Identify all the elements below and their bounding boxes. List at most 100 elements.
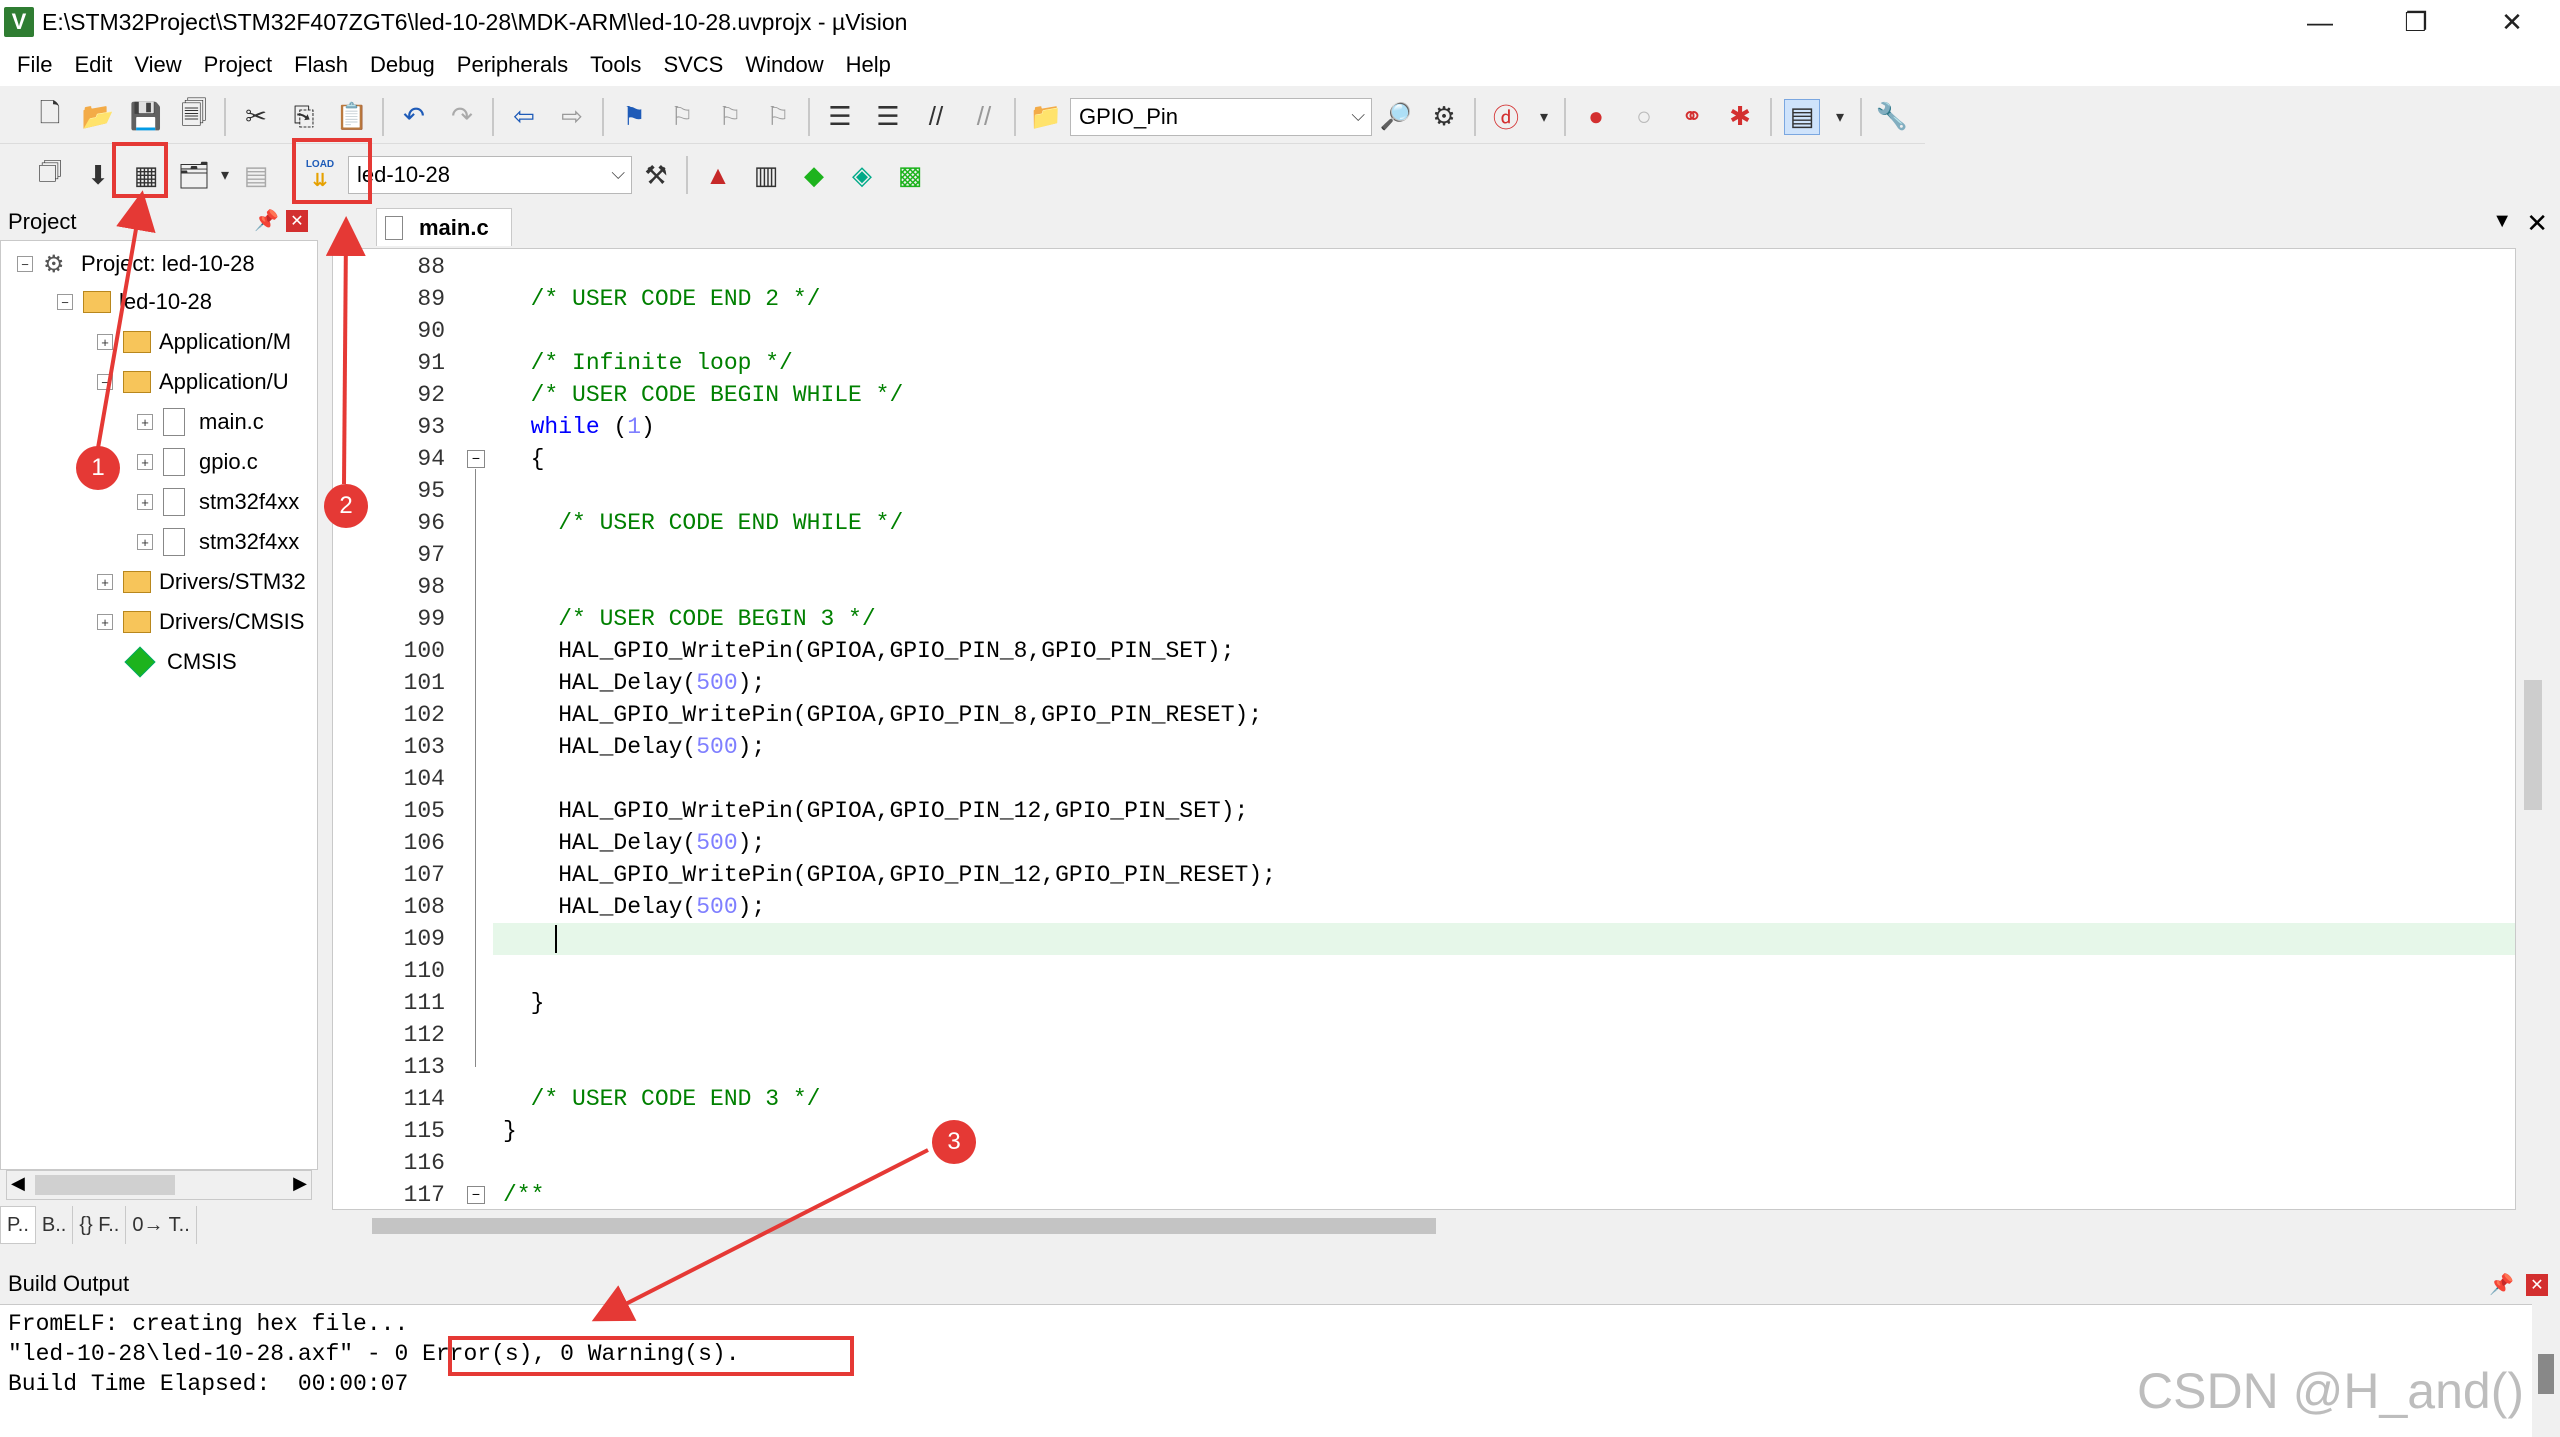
tab-main-c[interactable]: main.c xyxy=(376,208,512,246)
tree-item-target[interactable]: − led-10-28 xyxy=(57,283,212,321)
code-line[interactable]: 95 xyxy=(333,475,2515,507)
code-line[interactable]: 111 } xyxy=(333,987,2515,1019)
code-line[interactable]: 97 xyxy=(333,539,2515,571)
menu-help[interactable]: Help xyxy=(835,52,902,78)
target-select[interactable]: led-10-28 ⌵ xyxy=(348,156,632,194)
tab-functions[interactable]: {} F.. xyxy=(73,1206,127,1244)
undo-icon[interactable]: ↶ xyxy=(396,99,432,135)
build-icon[interactable]: ⬇ xyxy=(80,157,116,193)
expand-icon[interactable]: + xyxy=(97,574,113,590)
maximize-button[interactable]: ❐ xyxy=(2368,0,2464,44)
minimize-button[interactable]: — xyxy=(2272,0,2368,44)
expand-icon[interactable]: + xyxy=(97,334,113,350)
options-for-target-icon[interactable]: ⚒ xyxy=(638,157,674,193)
debug-session-icon[interactable]: ⓓ xyxy=(1488,99,1524,135)
tree-item-component[interactable]: CMSIS xyxy=(124,643,237,681)
tree-item-group[interactable]: + Drivers/STM32 xyxy=(97,563,306,601)
tab-list-dropdown-icon[interactable]: ▼ xyxy=(2492,210,2512,233)
incremental-find-icon[interactable]: 🔎 xyxy=(1378,99,1414,135)
menu-tools[interactable]: Tools xyxy=(579,52,652,78)
breakpoint-icon[interactable]: ● xyxy=(1578,99,1614,135)
tab-templates[interactable]: 0→ T.. xyxy=(126,1206,197,1244)
cut-icon[interactable]: ✂ xyxy=(238,99,274,135)
navigate-forward-icon[interactable]: ⇨ xyxy=(554,99,590,135)
code-line[interactable]: 104 xyxy=(333,763,2515,795)
disable-all-breakpoints-icon[interactable]: ⚭ xyxy=(1674,99,1710,135)
menu-peripherals[interactable]: Peripherals xyxy=(446,52,579,78)
expand-icon[interactable]: + xyxy=(137,494,153,510)
code-line[interactable]: 100 HAL_GPIO_WritePin(GPIOA,GPIO_PIN_8,G… xyxy=(333,635,2515,667)
expand-icon[interactable]: + xyxy=(97,614,113,630)
editor-vertical-scrollbar[interactable] xyxy=(2524,680,2542,810)
code-line[interactable]: 90 xyxy=(333,315,2515,347)
code-line[interactable]: 91 /* Infinite loop */ xyxy=(333,347,2515,379)
tree-item-file[interactable]: + stm32f4xx xyxy=(137,523,299,561)
save-all-icon[interactable]: 🗐 xyxy=(176,98,212,135)
code-line[interactable]: 116 xyxy=(333,1147,2515,1179)
window-layout-icon[interactable]: ▤ xyxy=(1784,98,1820,135)
code-line[interactable]: 94 { xyxy=(333,443,2515,475)
copy-icon[interactable]: ⎘ xyxy=(286,99,322,135)
close-icon[interactable]: ✕ xyxy=(2526,1274,2548,1296)
stop-build-icon[interactable]: ▤ xyxy=(238,157,274,193)
configure-icon[interactable]: 🔧 xyxy=(1874,99,1910,135)
navigate-back-icon[interactable]: ⇦ xyxy=(506,99,542,135)
code-line[interactable]: 108 HAL_Delay(500); xyxy=(333,891,2515,923)
tree-item-group[interactable]: − Application/U xyxy=(97,363,289,401)
menu-svcs[interactable]: SVCS xyxy=(652,52,734,78)
close-icon[interactable]: ✕ xyxy=(286,210,308,232)
code-line[interactable]: 105 HAL_GPIO_WritePin(GPIOA,GPIO_PIN_12,… xyxy=(333,795,2515,827)
save-icon[interactable]: 💾 xyxy=(128,99,164,135)
translate-icon[interactable]: 🗇 xyxy=(32,156,68,193)
next-bookmark-icon[interactable]: ⚐ xyxy=(712,99,748,135)
unindent-icon[interactable]: ☰ xyxy=(870,99,906,135)
find-combo[interactable]: GPIO_Pin ⌵ xyxy=(1070,97,1372,136)
menu-window[interactable]: Window xyxy=(734,52,834,78)
code-line[interactable]: 88 xyxy=(333,251,2515,283)
menu-flash[interactable]: Flash xyxy=(283,52,359,78)
clear-bookmarks-icon[interactable]: ⚐ xyxy=(760,99,796,135)
close-button[interactable]: ✕ xyxy=(2464,0,2560,44)
multi-projects-icon[interactable]: ▩ xyxy=(892,157,928,193)
new-file-icon[interactable]: 🗋 xyxy=(32,98,68,135)
code-line[interactable]: 99 /* USER CODE BEGIN 3 */ xyxy=(333,603,2515,635)
tree-item-group[interactable]: + Application/M xyxy=(97,323,291,361)
open-file-icon[interactable]: 📂 xyxy=(80,99,116,135)
code-line[interactable]: 114 /* USER CODE END 3 */ xyxy=(333,1083,2515,1115)
code-line[interactable]: 102 HAL_GPIO_WritePin(GPIOA,GPIO_PIN_8,G… xyxy=(333,699,2515,731)
chevron-down-icon[interactable]: ⌵ xyxy=(611,163,625,184)
dropdown-arrow-icon[interactable]: ▾ xyxy=(1832,99,1848,135)
bookmark-icon[interactable]: ⚑ xyxy=(616,99,652,135)
pin-icon[interactable]: 📌 xyxy=(254,208,279,233)
pin-icon[interactable]: 📌 xyxy=(2489,1272,2514,1297)
code-editor[interactable]: 88 89 /* USER CODE END 2 */ 90 91 /* Infini… xyxy=(332,248,2516,1210)
uncomment-icon[interactable]: // xyxy=(966,99,1002,135)
paste-icon[interactable]: 📋 xyxy=(334,99,370,135)
tab-books[interactable]: B.. xyxy=(36,1206,74,1244)
scroll-left-icon[interactable]: ◀ xyxy=(11,1173,25,1194)
tree-item-file[interactable]: + stm32f4xx xyxy=(137,483,299,521)
code-line[interactable]: 115} xyxy=(333,1115,2515,1147)
find-replace-icon[interactable]: ⚙ xyxy=(1426,99,1462,135)
tree-item-file[interactable]: + gpio.c xyxy=(137,443,258,481)
code-line[interactable]: 109 xyxy=(333,923,2515,955)
select-software-packs-icon[interactable]: ▥ xyxy=(748,157,784,193)
scrollbar-thumb[interactable] xyxy=(35,1175,175,1195)
project-horizontal-scrollbar[interactable]: ◀ ▶ xyxy=(6,1170,312,1200)
batch-build-icon[interactable]: 🗂 xyxy=(176,157,212,193)
manage-project-items-icon[interactable]: ▲ xyxy=(700,157,736,193)
redo-icon[interactable]: ↷ xyxy=(444,99,480,135)
find-in-files-icon[interactable]: 📁 xyxy=(1028,99,1064,135)
expand-icon[interactable]: + xyxy=(137,454,153,470)
chevron-down-icon[interactable]: ⌵ xyxy=(1351,105,1365,126)
pack-installer-icon[interactable]: ◈ xyxy=(844,157,880,193)
indent-icon[interactable]: ☰ xyxy=(822,99,858,135)
tree-item-file[interactable]: + main.c xyxy=(137,403,264,441)
disable-breakpoint-icon[interactable]: ○ xyxy=(1626,99,1662,135)
kill-all-breakpoints-icon[interactable]: ✱ xyxy=(1722,99,1758,135)
fold-toggle-icon[interactable]: − xyxy=(467,1186,485,1204)
menu-edit[interactable]: Edit xyxy=(63,52,123,78)
code-line[interactable]: 117 /** xyxy=(333,1179,2515,1209)
code-line[interactable]: 93 while (1) xyxy=(333,411,2515,443)
menu-view[interactable]: View xyxy=(123,52,192,78)
